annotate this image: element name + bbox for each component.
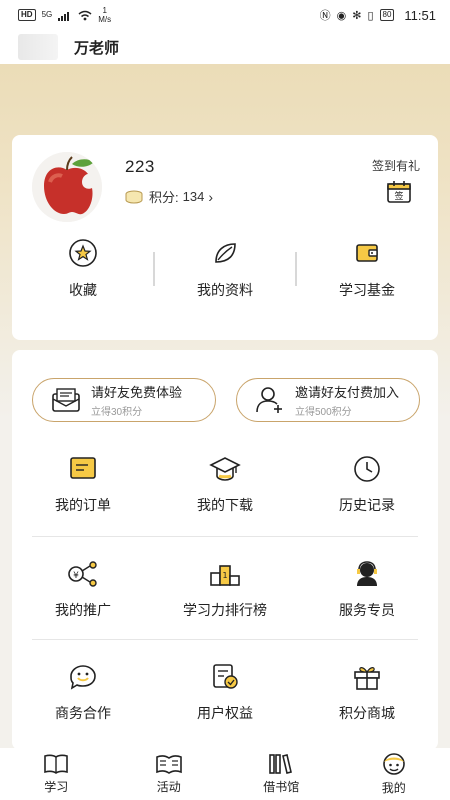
- quick-link-label: 收藏: [69, 282, 97, 298]
- checkin-label: 签到有礼: [371, 159, 420, 173]
- bluetooth-icon: ✻: [352, 9, 362, 22]
- points-label: 积分:: [149, 190, 179, 205]
- support-agent-icon: [357, 561, 377, 586]
- library-icon: [269, 754, 293, 774]
- tab-label: 我的: [381, 781, 406, 795]
- menu-item-promotion[interactable]: ¥ 我的推广: [12, 560, 154, 640]
- podium-icon: 1: [210, 565, 240, 586]
- nfc-icon: Ⓝ: [319, 10, 331, 22]
- invite-free-label: 请好友免费体验: [91, 385, 183, 400]
- status-time: 11:51: [404, 7, 436, 23]
- signal-type: 5G: [41, 10, 53, 19]
- invite-free-reward: 立得30积分: [91, 407, 143, 418]
- invite-paid-button[interactable]: 邀请好友付费加入 立得500积分: [236, 378, 420, 422]
- menu-item-business[interactable]: 商务合作: [12, 663, 154, 743]
- svg-text:1: 1: [222, 571, 227, 580]
- benefits-icon: [213, 664, 238, 689]
- tab-activity[interactable]: 活动: [113, 748, 226, 800]
- username: 223: [125, 157, 155, 176]
- status-bar: HD 5G 1 M/s Ⓝ ◉ ✻ ▯ 80 11:51: [0, 0, 450, 30]
- quick-link-label: 学习基金: [339, 282, 395, 298]
- page-title: 万老师: [74, 39, 120, 57]
- menu-item-points-mall[interactable]: 积分商城: [296, 663, 438, 743]
- gift-icon: [354, 667, 380, 690]
- graduation-cap-icon: [209, 457, 241, 481]
- tab-label: 活动: [156, 780, 181, 794]
- vibrate-icon: ◉: [336, 9, 347, 22]
- menu-row-3: 商务合作 用户权益 积分商城: [12, 663, 438, 743]
- book-icon: [44, 754, 69, 774]
- wallet-icon: [356, 244, 378, 262]
- menu-item-label: 用户权益: [197, 705, 253, 721]
- menu-item-label: 学习力排行榜: [183, 602, 267, 618]
- quick-link-fund[interactable]: 学习基金: [296, 238, 438, 308]
- avatar[interactable]: [32, 152, 102, 222]
- menu-item-label: 我的订单: [55, 497, 111, 513]
- hd-badge: HD: [18, 9, 36, 21]
- quick-links: 收藏 我的资料 学习基金: [12, 238, 438, 308]
- network-speed: 1 M/s: [98, 6, 111, 24]
- open-book-icon: [155, 755, 182, 774]
- divider: [32, 536, 418, 537]
- menu-row-1: 我的订单 我的下载 历史记录: [12, 455, 438, 535]
- menu-item-label: 商务合作: [55, 705, 111, 721]
- battery-indicator: 80: [379, 9, 395, 21]
- speed-value: 1: [102, 6, 107, 15]
- divider: [32, 639, 418, 640]
- invite-row: 请好友免费体验 立得30积分 邀请好友付费加入 立得500积分: [32, 378, 420, 426]
- quick-link-materials[interactable]: 我的资料: [154, 238, 296, 308]
- menu-item-label: 历史记录: [339, 497, 395, 513]
- app-logo: [18, 34, 58, 60]
- coins-icon: [125, 190, 143, 204]
- tab-me[interactable]: 我的: [338, 748, 450, 800]
- app-header: 万老师: [0, 30, 450, 64]
- apple-avatar-image: [32, 152, 102, 222]
- tab-library[interactable]: 借书馆: [225, 748, 338, 800]
- wifi-icon: [78, 10, 92, 20]
- menu-item-label: 我的下载: [197, 497, 253, 513]
- menu-item-benefits[interactable]: 用户权益: [154, 663, 296, 743]
- speed-unit: M/s: [98, 15, 112, 24]
- tab-label: 借书馆: [263, 780, 300, 794]
- menu-card: 请好友免费体验 立得30积分 邀请好友付费加入 立得500积分 我的订单 我的下…: [12, 350, 438, 750]
- divider: [153, 252, 155, 286]
- clock-icon: [354, 456, 380, 482]
- leaf-icon: [215, 243, 236, 263]
- calendar-checkin-icon: 签: [387, 181, 411, 203]
- menu-item-ranking[interactable]: 1 学习力排行榜: [154, 560, 296, 640]
- chevron-right-icon: ›: [208, 188, 213, 205]
- invite-paid-reward: 立得500积分: [295, 407, 352, 418]
- profile-card: 223 积分: 134 › 签到有礼 签 收藏 我的资料 学习基金: [12, 135, 438, 340]
- invite-paid-label: 邀请好友付费加入: [295, 385, 400, 400]
- menu-item-label: 积分商城: [339, 705, 395, 721]
- menu-item-downloads[interactable]: 我的下载: [154, 455, 296, 535]
- menu-item-service[interactable]: 服务专员: [296, 560, 438, 640]
- star-icon: [69, 239, 97, 267]
- menu-item-label: 服务专员: [339, 602, 395, 618]
- checkin-icon-text: 签: [394, 190, 403, 202]
- svg-text:¥: ¥: [73, 571, 79, 581]
- menu-row-2: ¥ 我的推广 1 学习力排行榜 服务专员: [12, 560, 438, 640]
- points-value: 134: [182, 189, 205, 204]
- share-icon: ¥: [68, 561, 97, 587]
- menu-item-history[interactable]: 历史记录: [296, 455, 438, 535]
- bottom-tab-bar: 学习 活动 借书馆 我的: [0, 748, 450, 800]
- order-icon: [70, 457, 96, 479]
- phone-vibrate-icon: ▯: [367, 9, 374, 22]
- menu-item-label: 我的推广: [55, 602, 111, 618]
- divider: [295, 252, 297, 286]
- quick-link-label: 我的资料: [197, 282, 253, 298]
- tab-label: 学习: [44, 780, 69, 794]
- chat-smile-icon: [70, 665, 96, 690]
- quick-link-favorites[interactable]: 收藏: [12, 238, 154, 308]
- me-icon: [382, 753, 405, 775]
- checkin-button[interactable]: 签到有礼 签: [372, 157, 420, 204]
- points-row[interactable]: 积分: 134 ›: [125, 187, 213, 206]
- menu-item-orders[interactable]: 我的订单: [12, 455, 154, 535]
- envelope-icon: [52, 388, 80, 412]
- tab-study[interactable]: 学习: [0, 748, 113, 800]
- add-user-icon: [256, 387, 282, 413]
- invite-free-button[interactable]: 请好友免费体验 立得30积分: [32, 378, 216, 422]
- signal-icon: [58, 11, 70, 21]
